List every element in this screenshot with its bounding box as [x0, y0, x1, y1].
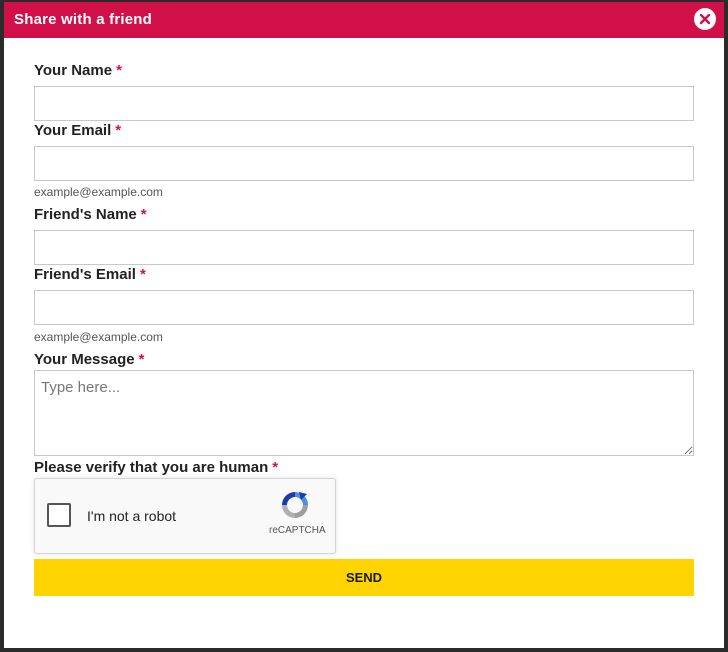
- required-mark: *: [115, 122, 122, 139]
- recaptcha-logo-icon: [282, 492, 308, 518]
- captcha-label-text: Please verify that you are human: [34, 459, 269, 476]
- required-mark: *: [138, 351, 145, 368]
- recaptcha-brand: reCAPTCHA: [269, 525, 326, 536]
- your-email-hint: example@example.com: [34, 185, 163, 199]
- modal-title: Share with a friend: [14, 11, 152, 28]
- friend-name-label: Friend's Name *: [34, 206, 147, 223]
- required-mark: *: [272, 459, 279, 476]
- close-button[interactable]: [694, 8, 716, 30]
- message-label: Your Message *: [34, 351, 144, 368]
- friend-email-label-text: Friend's Email: [34, 266, 136, 283]
- close-icon: [699, 13, 711, 25]
- message-textarea[interactable]: [34, 370, 694, 456]
- friend-email-input[interactable]: [34, 290, 694, 325]
- your-email-label-text: Your Email: [34, 122, 112, 139]
- recaptcha-checkbox-label: I'm not a robot: [87, 508, 177, 524]
- required-mark: *: [140, 206, 147, 223]
- friend-email-label: Friend's Email *: [34, 266, 146, 283]
- share-modal: Share with a friend Your Name * Your Emai…: [4, 2, 724, 648]
- friend-email-hint: example@example.com: [34, 330, 163, 344]
- your-name-input[interactable]: [34, 86, 694, 121]
- required-mark: *: [116, 62, 122, 79]
- friend-name-label-text: Friend's Name: [34, 206, 137, 223]
- required-mark: *: [139, 266, 146, 283]
- your-email-label: Your Email *: [34, 122, 121, 139]
- message-label-text: Your Message: [34, 351, 135, 368]
- recaptcha-widget: I'm not a robot reCAPTCHA: [34, 478, 336, 554]
- your-name-label-text: Your Name: [34, 62, 113, 79]
- friend-name-input[interactable]: [34, 230, 694, 265]
- modal-header: Share with a friend: [4, 2, 724, 38]
- send-button[interactable]: SEND: [34, 559, 694, 596]
- recaptcha-checkbox[interactable]: [47, 503, 71, 527]
- captcha-label: Please verify that you are human *: [34, 459, 278, 476]
- your-email-input[interactable]: [34, 146, 694, 181]
- your-name-label: Your Name *: [34, 62, 122, 79]
